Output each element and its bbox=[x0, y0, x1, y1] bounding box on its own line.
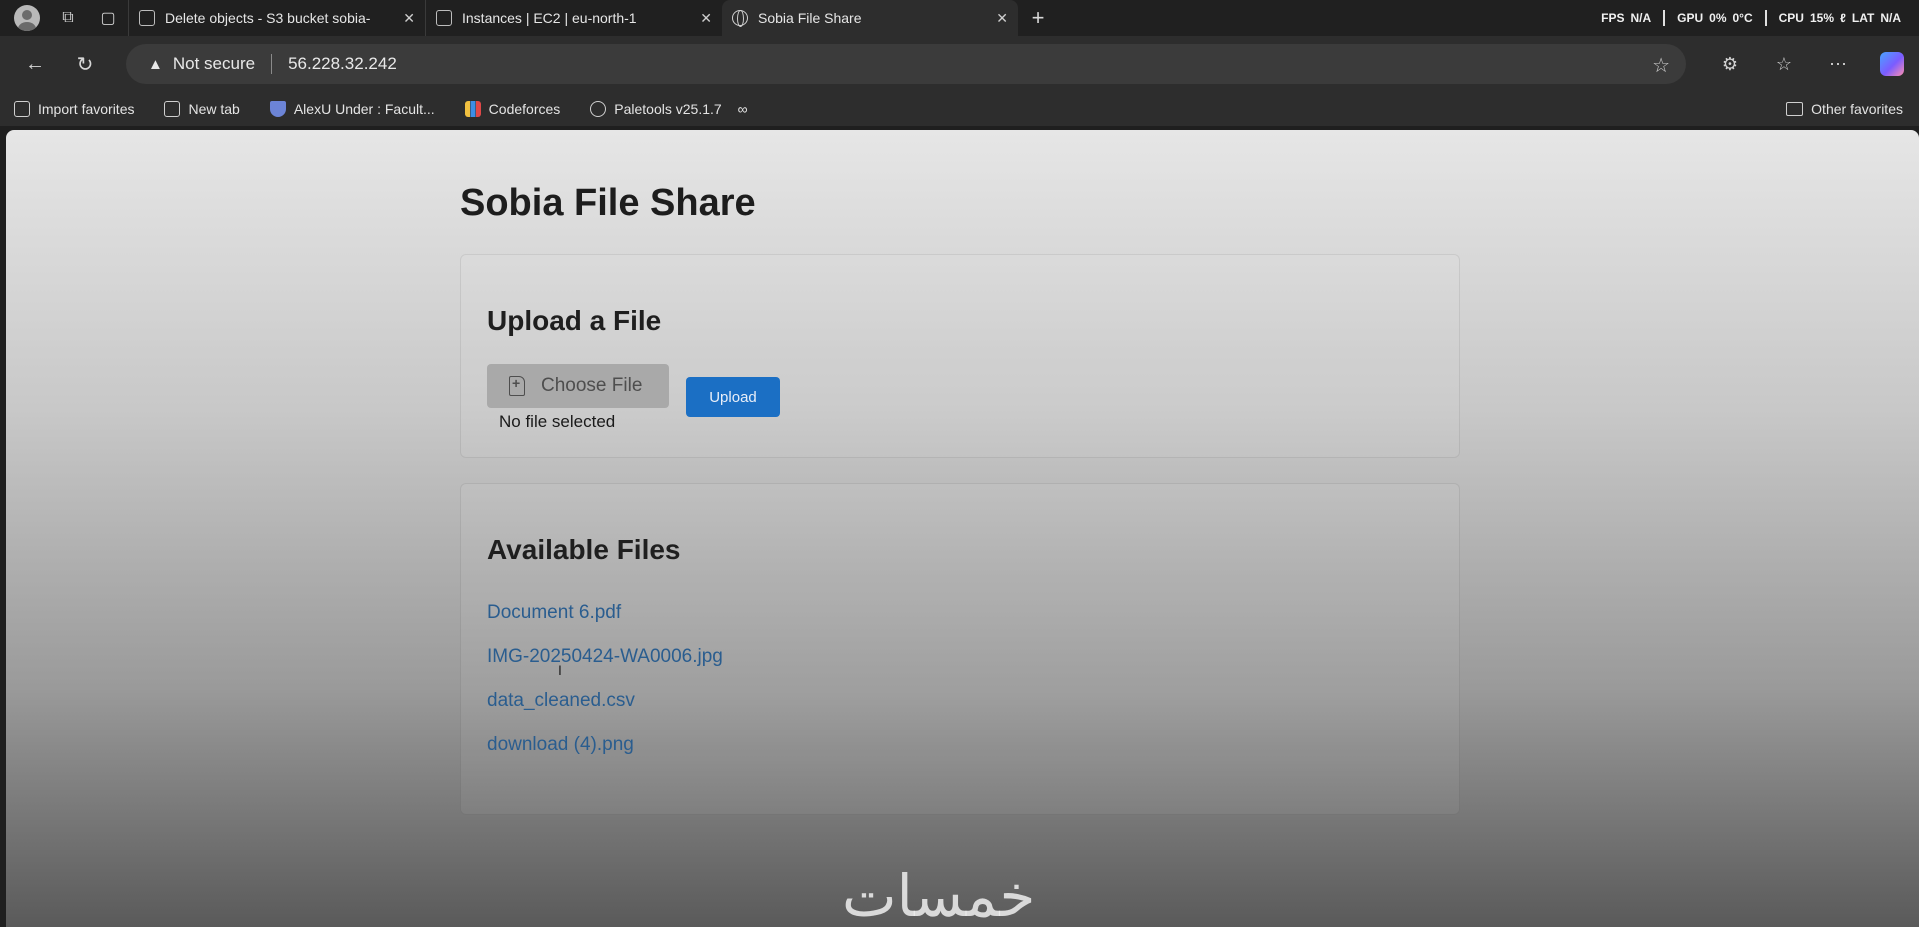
favorite-star-icon[interactable]: ☆ bbox=[1652, 53, 1670, 78]
tab-actions-icon[interactable]: ▢ bbox=[88, 0, 128, 36]
favorites-bar: Import favorites New tab AlexU Under : F… bbox=[0, 92, 1919, 126]
navigation-bar: ← ↻ ▲ Not secure 56.228.32.242 ☆ ⚙ ☆ ⋯ bbox=[0, 36, 1919, 92]
favorites-list-icon[interactable]: ☆ bbox=[1757, 36, 1811, 92]
refresh-icon[interactable]: ↻ bbox=[60, 36, 110, 92]
favorite-alexu[interactable]: AlexU Under : Facult... bbox=[269, 101, 435, 117]
link-icon[interactable]: ∞ bbox=[738, 101, 748, 117]
upload-card: Upload a File Choose File No file select… bbox=[460, 254, 1460, 458]
profile-avatar-icon[interactable] bbox=[14, 5, 40, 31]
upload-button[interactable]: Upload bbox=[686, 377, 780, 417]
globe-icon bbox=[732, 10, 748, 27]
tab-s3-delete-objects[interactable]: Delete objects - S3 bucket sobia- ✕ bbox=[128, 0, 425, 36]
codeforces-icon bbox=[464, 101, 481, 117]
tab-strip: ⧉ ▢ Delete objects - S3 bucket sobia- ✕ … bbox=[0, 0, 1919, 36]
list-item: data_cleaned.csv bbox=[487, 690, 723, 734]
performance-overlay: FPS N/A GPU 0% 0°C CPU 15% ℓ LAT N/A bbox=[1601, 10, 1901, 26]
favorite-codeforces[interactable]: Codeforces bbox=[464, 101, 560, 117]
list-item: IMG-20250424-WA0006.jpg bbox=[487, 646, 723, 690]
more-options-icon[interactable]: ⋯ bbox=[1811, 36, 1865, 92]
page-title: Sobia File Share bbox=[460, 182, 756, 224]
thermometer-icon: ℓ bbox=[1840, 11, 1846, 25]
workspaces-icon[interactable]: ⧉ bbox=[48, 0, 88, 36]
choose-file-label: Choose File bbox=[541, 375, 643, 396]
file-link[interactable]: download (4).png bbox=[487, 734, 634, 755]
file-add-icon bbox=[509, 375, 525, 396]
import-icon bbox=[14, 101, 30, 117]
address-bar[interactable]: ▲ Not secure 56.228.32.242 ☆ bbox=[126, 44, 1686, 84]
favorite-import-favorites[interactable]: Import favorites bbox=[14, 101, 134, 117]
upload-heading: Upload a File bbox=[487, 305, 662, 336]
file-link[interactable]: Document 6.pdf bbox=[487, 602, 621, 623]
other-favorites[interactable]: Other favorites bbox=[1786, 101, 1903, 117]
copilot-icon bbox=[1880, 52, 1904, 76]
security-label[interactable]: Not secure bbox=[173, 54, 255, 74]
back-arrow-icon[interactable]: ← bbox=[10, 36, 60, 92]
newtab-icon bbox=[164, 101, 181, 117]
tab-ec2-instances[interactable]: Instances | EC2 | eu-north-1 ✕ bbox=[425, 0, 722, 36]
globe-icon bbox=[590, 101, 607, 117]
file-list: Document 6.pdf IMG-20250424-WA0006.jpg d… bbox=[487, 602, 723, 778]
shield-icon bbox=[269, 101, 286, 117]
text-cursor-icon: I bbox=[558, 662, 562, 678]
new-tab-button[interactable]: + bbox=[1018, 0, 1058, 36]
close-tab-icon[interactable]: ✕ bbox=[403, 10, 415, 27]
favorite-paletools[interactable]: Paletools v25.1.7 bbox=[590, 101, 722, 117]
favorite-new-tab[interactable]: New tab bbox=[164, 101, 240, 117]
available-files-card: Available Files Document 6.pdf IMG-20250… bbox=[460, 483, 1460, 815]
file-link[interactable]: IMG-20250424-WA0006.jpg bbox=[487, 646, 723, 667]
warning-icon[interactable]: ▲ bbox=[148, 56, 163, 73]
folder-icon bbox=[1786, 102, 1804, 116]
file-link[interactable]: data_cleaned.csv bbox=[487, 690, 635, 711]
list-item: download (4).png bbox=[487, 734, 723, 778]
ec2-favicon-icon bbox=[436, 10, 452, 26]
no-file-status: No file selected bbox=[499, 412, 616, 431]
page-viewport: Sobia File Share Upload a File Choose Fi… bbox=[6, 130, 1919, 927]
tab-sobia-file-share[interactable]: Sobia File Share ✕ bbox=[722, 0, 1018, 36]
available-files-heading: Available Files bbox=[487, 534, 681, 565]
watermark-logo: خمسات bbox=[842, 862, 1036, 927]
choose-file-button[interactable]: Choose File bbox=[487, 364, 669, 408]
url-text[interactable]: 56.228.32.242 bbox=[288, 54, 397, 74]
extensions-icon[interactable]: ⚙ bbox=[1703, 36, 1757, 92]
copilot-button[interactable] bbox=[1865, 36, 1919, 92]
close-tab-icon[interactable]: ✕ bbox=[996, 10, 1008, 27]
close-tab-icon[interactable]: ✕ bbox=[700, 10, 712, 27]
list-item: Document 6.pdf bbox=[487, 602, 723, 646]
s3-favicon-icon bbox=[139, 10, 155, 26]
